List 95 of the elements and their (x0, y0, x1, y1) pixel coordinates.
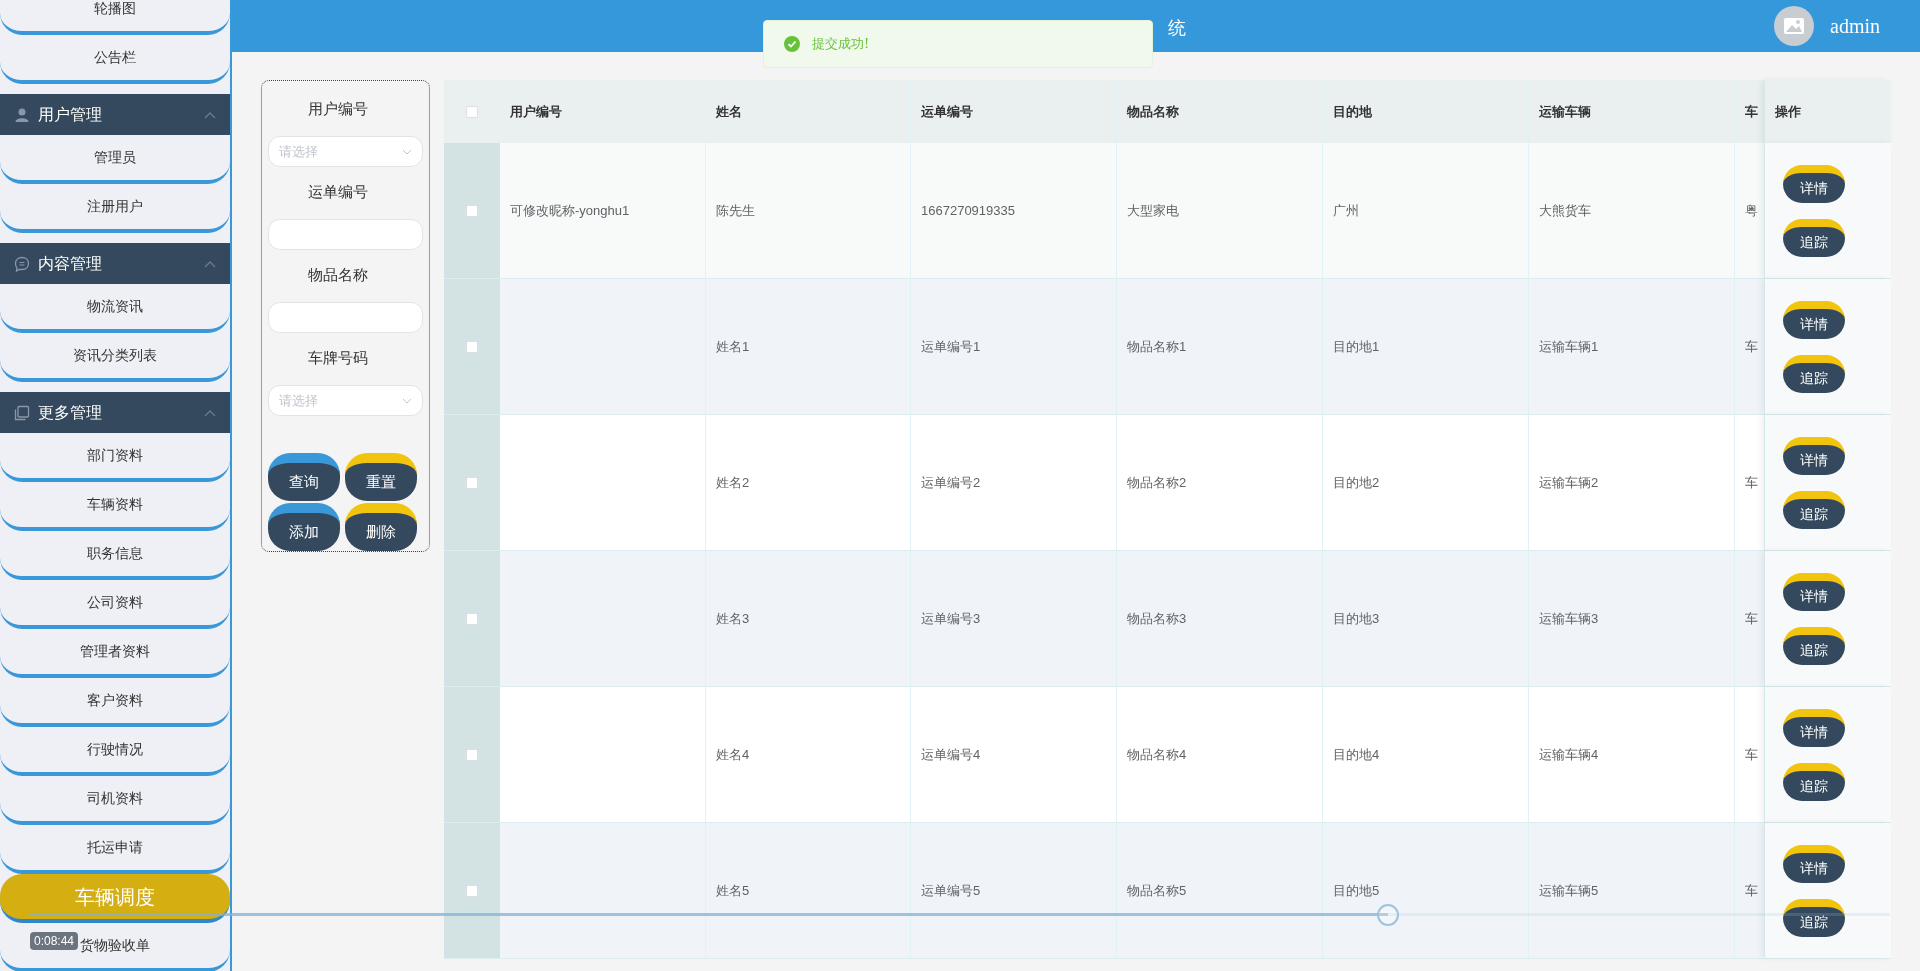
table-cell-text: 物品名称5 (1127, 881, 1187, 900)
row-action-button[interactable]: 详情 (1783, 573, 1845, 611)
row-action-button[interactable]: 追踪 (1783, 491, 1845, 529)
column-header: 运输车辆 (1539, 102, 1591, 121)
input-field[interactable] (268, 302, 423, 333)
checkbox[interactable] (465, 105, 478, 118)
chevron-down-icon (402, 397, 412, 404)
column-header: 车 (1745, 102, 1758, 121)
menu-group-header[interactable]: 更多管理 (0, 392, 230, 433)
progress-thumb[interactable] (1376, 904, 1399, 926)
table-cell-text: 广州 (1333, 201, 1359, 220)
table-cell-text: 1667270919335 (921, 201, 1015, 220)
table-cell-text: 车 (1745, 473, 1758, 492)
row-action-button[interactable]: 详情 (1783, 301, 1845, 339)
row-action-button[interactable]: 追踪 (1783, 627, 1845, 665)
checkbox[interactable] (466, 884, 478, 897)
filter-button[interactable]: 添加 (268, 503, 340, 551)
table-cell-text: 姓名5 (716, 881, 750, 900)
copy-icon (14, 404, 30, 421)
table-cell-text: 运输车辆2 (1539, 473, 1599, 492)
table-cell-text: 姓名4 (716, 745, 750, 764)
check-icon (784, 36, 800, 52)
table-cell-text: 运单编号3 (921, 609, 981, 628)
checkbox[interactable] (466, 476, 478, 489)
column-header: 运单编号 (921, 102, 973, 121)
table-cell-text: 大型家电 (1127, 201, 1179, 220)
avatar-image-icon[interactable] (1774, 6, 1814, 46)
field-label: 车牌号码 (307, 348, 369, 368)
column-header: 用户编号 (510, 102, 562, 121)
chevron-down-icon (402, 148, 412, 155)
table-cell-text: 运单编号2 (921, 473, 981, 492)
field-label: 物品名称 (307, 265, 369, 285)
table-cell-text: 姓名3 (716, 609, 750, 628)
menu-group-label: 用户管理 (38, 104, 103, 125)
system-title: 统 (1168, 16, 1186, 40)
table-cell-text: 目的地3 (1333, 609, 1380, 628)
filter-button[interactable]: 重置 (345, 453, 417, 501)
table-cell-text: 物品名称2 (1127, 473, 1187, 492)
table-cell-text: 大熊货车 (1539, 201, 1591, 220)
table-cell-text: 车 (1745, 745, 1758, 764)
row-action-button[interactable]: 追踪 (1783, 899, 1845, 937)
table-cell-text: 目的地5 (1333, 881, 1380, 900)
table-cell-text: 粤 (1745, 201, 1758, 220)
table-cell-text: 姓名1 (716, 337, 750, 356)
table-cell-text: 车 (1745, 881, 1758, 900)
row-action-button[interactable]: 详情 (1783, 709, 1845, 747)
row-action-button[interactable]: 追踪 (1783, 355, 1845, 393)
column-header: 操作 (1775, 102, 1801, 121)
menu-item[interactable]: 轮播图 (0, 0, 230, 35)
table-cell-text: 车 (1745, 337, 1758, 356)
chat-bubble-icon (14, 255, 30, 272)
column-header: 目的地 (1333, 102, 1372, 121)
row-action-button[interactable]: 详情 (1783, 165, 1845, 203)
field-label: 运单编号 (307, 182, 369, 202)
input-field[interactable] (268, 219, 423, 250)
table-cell-text: 运单编号4 (921, 745, 981, 764)
row-action-button[interactable]: 追踪 (1783, 219, 1845, 257)
menu-group-label: 更多管理 (38, 402, 103, 423)
filter-button[interactable]: 查询 (268, 453, 340, 501)
filter-button[interactable]: 删除 (345, 503, 417, 551)
chevron-up-icon (204, 110, 216, 119)
table-cell-text: 物品名称4 (1127, 745, 1187, 764)
checkbox[interactable] (466, 204, 478, 217)
table-cell-text: 姓名2 (716, 473, 750, 492)
table-cell-text: 车 (1745, 609, 1758, 628)
row-action-button[interactable]: 详情 (1783, 845, 1845, 883)
table-cell-text: 运单编号5 (921, 881, 981, 900)
table-cell-text: 目的地4 (1333, 745, 1380, 764)
checkbox[interactable] (466, 340, 478, 353)
table-cell-text: 可修改昵称-yonghu1 (510, 201, 630, 220)
menu-group-label: 内容管理 (38, 253, 103, 274)
table-cell-text: 运输车辆3 (1539, 609, 1599, 628)
checkbox[interactable] (466, 748, 478, 761)
column-header: 姓名 (716, 102, 742, 121)
table-cell-text: 运输车辆5 (1539, 881, 1599, 900)
table-cell-text: 陈先生 (716, 201, 755, 220)
chevron-up-icon (204, 259, 216, 268)
table-cell-text: 运单编号1 (921, 337, 981, 356)
table-cell-text: 运输车辆4 (1539, 745, 1599, 764)
table-cell-text: 物品名称1 (1127, 337, 1187, 356)
playback-time: 0:08:44 (30, 932, 79, 950)
menu-group-header[interactable]: 内容管理 (0, 243, 230, 284)
row-action-button[interactable]: 追踪 (1783, 763, 1845, 801)
table-cell-text: 目的地2 (1333, 473, 1380, 492)
table-cell-text: 物品名称3 (1127, 609, 1187, 628)
checkbox[interactable] (466, 612, 478, 625)
table-cell-text: 目的地1 (1333, 337, 1380, 356)
column-header: 物品名称 (1127, 102, 1179, 121)
field-label: 用户编号 (307, 99, 369, 119)
toast-message: 提交成功! (812, 35, 870, 54)
chevron-up-icon (204, 408, 216, 417)
row-action-button[interactable]: 详情 (1783, 437, 1845, 475)
menu-group-header[interactable]: 用户管理 (0, 94, 230, 135)
table-cell-text: 运输车辆1 (1539, 337, 1599, 356)
person-icon (14, 106, 30, 123)
